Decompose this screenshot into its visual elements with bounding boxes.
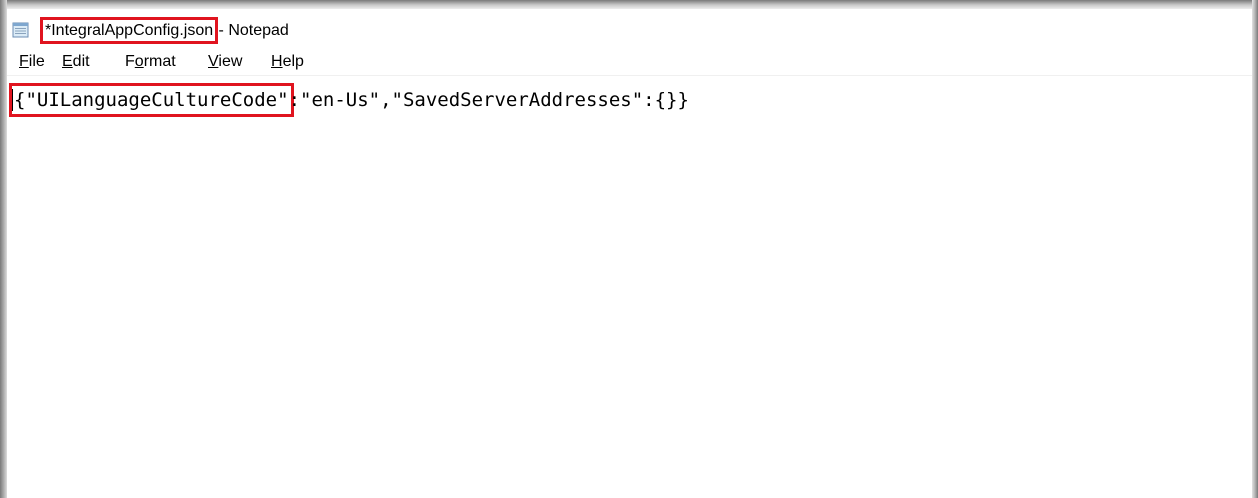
window-title: *IntegralAppConfig.json - Notepad [39, 17, 289, 44]
window-frame-top [0, 0, 1258, 9]
text-caret [12, 89, 13, 111]
window-frame-right [1252, 0, 1258, 498]
menu-file[interactable]: File [19, 52, 45, 72]
title-appname: Notepad [228, 22, 289, 39]
text-editor-area[interactable]: {"UILanguageCultureCode":"en-Us","SavedS… [7, 76, 1252, 498]
notepad-window: *IntegralAppConfig.json - Notepad File E… [7, 9, 1252, 498]
title-separator: - [214, 22, 229, 39]
menu-help[interactable]: Help [271, 52, 304, 72]
menu-bar: File Edit Format View Help [7, 51, 1252, 76]
json-rest: :"en-Us","SavedServerAddresses":{}} [288, 89, 689, 111]
open-brace: { [14, 89, 26, 111]
window-frame-left [0, 0, 7, 498]
title-bar[interactable]: *IntegralAppConfig.json - Notepad [7, 9, 1252, 49]
notepad-icon[interactable] [12, 22, 29, 38]
json-key-uilanguageculturecode: "UILanguageCultureCode" [25, 89, 289, 111]
menu-edit[interactable]: Edit [62, 52, 90, 72]
editor-line-1: {"UILanguageCultureCode":"en-Us","SavedS… [9, 83, 689, 117]
highlighted-key-box: {"UILanguageCultureCode" [9, 83, 294, 117]
title-filename-highlighted: *IntegralAppConfig.json [39, 17, 219, 44]
menu-format[interactable]: Format [125, 52, 176, 72]
menu-view[interactable]: View [208, 52, 242, 72]
